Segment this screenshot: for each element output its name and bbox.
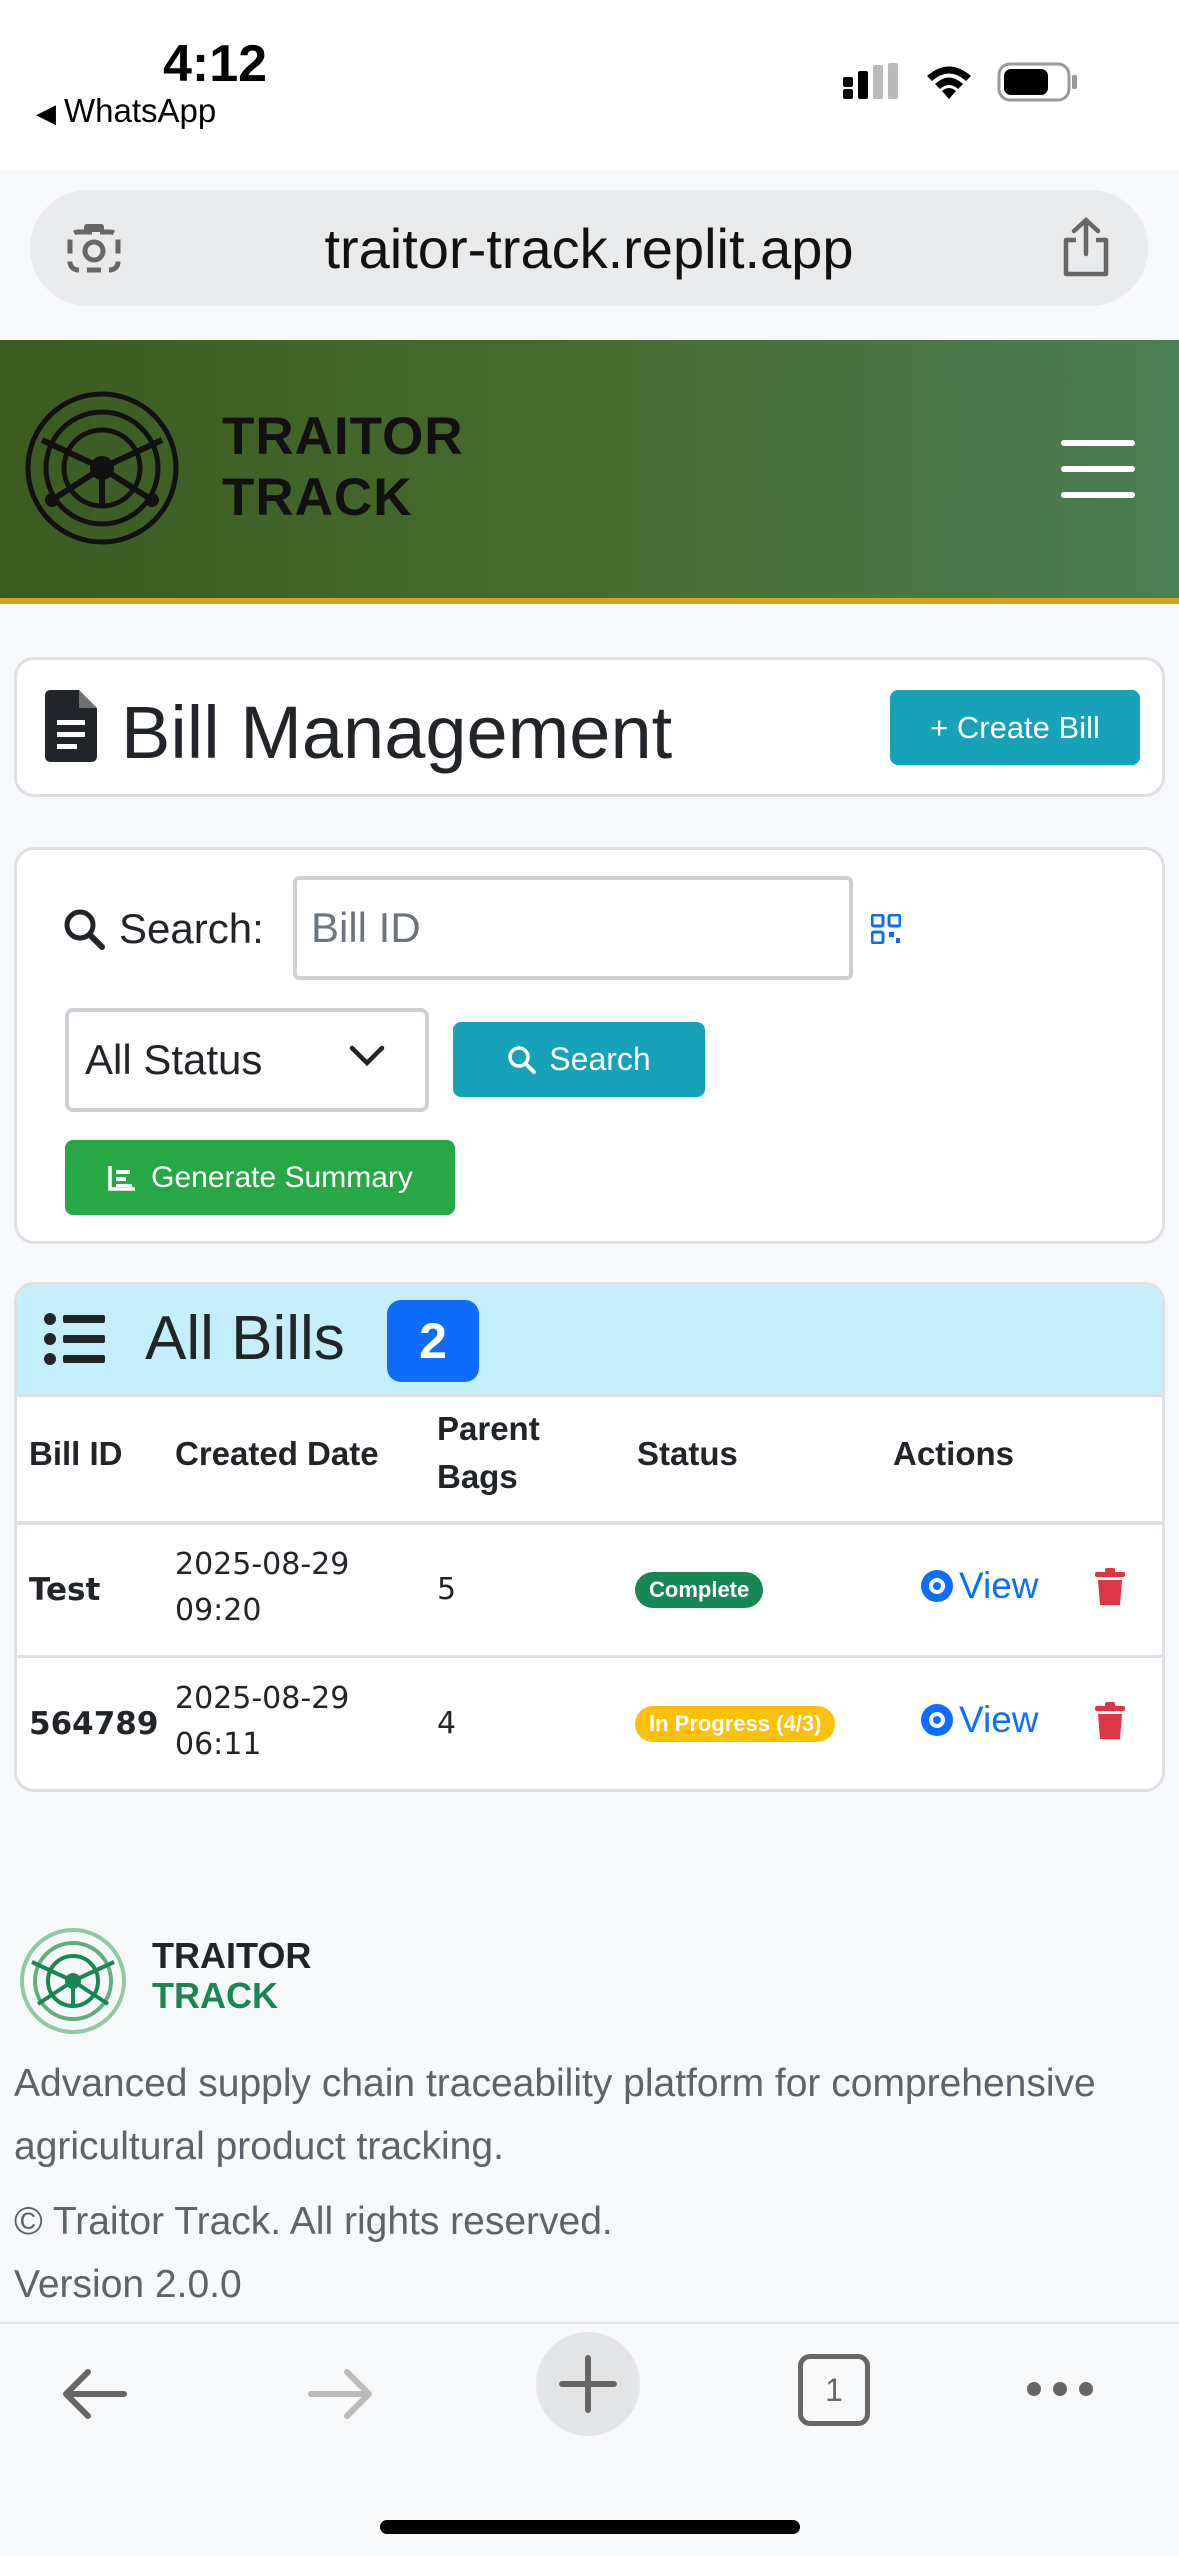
bill-id-cell: 564789 — [29, 1706, 159, 1742]
back-triangle-icon: ◀ — [36, 98, 56, 128]
search-card: Search: All Status Search Generate Summa… — [14, 847, 1165, 1244]
bills-table-card: All Bills 2 Bill ID Created Date Parent … — [14, 1282, 1165, 1792]
footer-logo-icon — [18, 1926, 128, 2041]
brand-line-2: TRACK — [222, 468, 413, 527]
status-badge: Complete — [635, 1572, 764, 1608]
search-button[interactable]: Search — [453, 1022, 705, 1097]
created-time: 06:11 — [175, 1727, 262, 1762]
qr-scan-icon[interactable] — [870, 913, 902, 949]
search-label: Search: — [63, 905, 264, 953]
footer-brand-line-1: TRAITOR — [152, 1935, 312, 1976]
tabs-count-button[interactable]: 1 — [798, 2354, 870, 2426]
plus-icon — [559, 2355, 617, 2413]
eye-icon — [921, 1704, 953, 1736]
created-date-cell: 2025-08-29 06:11 — [175, 1676, 349, 1768]
more-options-icon[interactable] — [1024, 2374, 1096, 2404]
table-header-divider — [17, 1521, 1162, 1525]
signal-icon — [843, 63, 898, 99]
footer-brand: TRAITOR TRACK — [152, 1936, 311, 2016]
bill-id-search-input[interactable] — [293, 876, 853, 980]
status-icons — [843, 62, 1079, 102]
brand-line-1: TRAITOR — [222, 407, 464, 466]
column-header-actions: Actions — [893, 1435, 1015, 1472]
chart-icon — [108, 1165, 136, 1191]
delete-trash-icon[interactable] — [1093, 1701, 1127, 1741]
create-bill-button[interactable]: + Create Bill — [890, 690, 1140, 765]
view-label: View — [959, 1699, 1039, 1740]
chevron-down-icon — [349, 1045, 385, 1067]
view-bill-link[interactable]: View — [919, 1565, 1039, 1607]
footer-copyright: © Traitor Track. All rights reserved. — [14, 2200, 613, 2243]
created-date: 2025-08-29 — [175, 1681, 350, 1716]
view-bill-link[interactable]: View — [919, 1699, 1039, 1741]
row-divider — [17, 1655, 1162, 1658]
document-icon — [41, 688, 101, 769]
back-arrow-icon[interactable] — [58, 2364, 130, 2424]
ios-status-bar: 4:12 ◀ WhatsApp — [0, 0, 1179, 170]
parent-bags-cell: 5 — [437, 1572, 457, 1607]
created-date-cell: 2025-08-29 09:20 — [175, 1542, 349, 1634]
brand-name[interactable]: TRAITOR TRACK — [222, 406, 464, 528]
url-text: traitor-track.replit.app — [324, 217, 854, 280]
column-header-created-date: Created Date — [175, 1435, 379, 1472]
traitor-track-logo-icon[interactable] — [22, 388, 182, 553]
home-indicator — [380, 2520, 800, 2534]
column-header-parent-bags: Parent Bags — [437, 1405, 540, 1501]
hamburger-menu-icon[interactable] — [1061, 440, 1135, 518]
browser-toolbar: 1 — [0, 2322, 1179, 2556]
bills-card-header: All Bills 2 — [17, 1285, 1162, 1397]
back-to-app-link[interactable]: ◀ WhatsApp — [36, 92, 216, 130]
column-header-bags-line: Bags — [437, 1458, 518, 1495]
app-header: TRAITOR TRACK — [0, 340, 1179, 604]
delete-trash-icon[interactable] — [1093, 1567, 1127, 1607]
column-header-parent-line: Parent — [437, 1410, 540, 1447]
bills-title: All Bills — [145, 1304, 345, 1373]
page-title: Bill Management — [121, 691, 673, 774]
footer-version: Version 2.0.0 — [14, 2263, 242, 2306]
list-icon — [44, 1313, 105, 1365]
parent-bags-cell: 4 — [437, 1706, 457, 1741]
bills-count-badge: 2 — [387, 1300, 479, 1382]
back-app-label: WhatsApp — [64, 92, 217, 129]
search-icon — [508, 1045, 537, 1074]
status-badge: In Progress (4/3) — [635, 1706, 836, 1742]
search-button-label: Search — [549, 1041, 651, 1077]
view-label: View — [959, 1565, 1039, 1606]
page-title-card: Bill Management + Create Bill — [14, 657, 1165, 797]
column-header-status: Status — [637, 1435, 738, 1472]
address-bar[interactable]: traitor-track.replit.app — [30, 190, 1148, 306]
status-filter-select[interactable]: All Status — [65, 1008, 429, 1112]
magnifier-icon — [64, 909, 105, 950]
search-label-text: Search: — [119, 905, 264, 952]
battery-icon — [997, 62, 1077, 102]
column-header-bill-id: Bill ID — [29, 1435, 123, 1472]
footer-copyright-block: © Traitor Track. All rights reserved. Ve… — [14, 2190, 613, 2316]
footer-brand-line-2: TRACK — [152, 1975, 278, 2016]
eye-icon — [921, 1570, 953, 1602]
forward-arrow-icon[interactable] — [305, 2364, 377, 2424]
generate-summary-label: Generate Summary — [151, 1160, 413, 1194]
new-tab-button[interactable] — [536, 2332, 640, 2436]
status-time: 4:12 — [163, 35, 268, 93]
created-date: 2025-08-29 — [175, 1547, 350, 1582]
bill-id-cell: Test — [29, 1572, 101, 1608]
footer-description: Advanced supply chain traceability platf… — [14, 2062, 1096, 2168]
share-icon[interactable] — [1060, 216, 1112, 283]
generate-summary-button[interactable]: Generate Summary — [65, 1140, 455, 1215]
wifi-icon — [927, 66, 971, 99]
created-time: 09:20 — [175, 1593, 262, 1628]
status-filter-value: All Status — [85, 1036, 263, 1083]
